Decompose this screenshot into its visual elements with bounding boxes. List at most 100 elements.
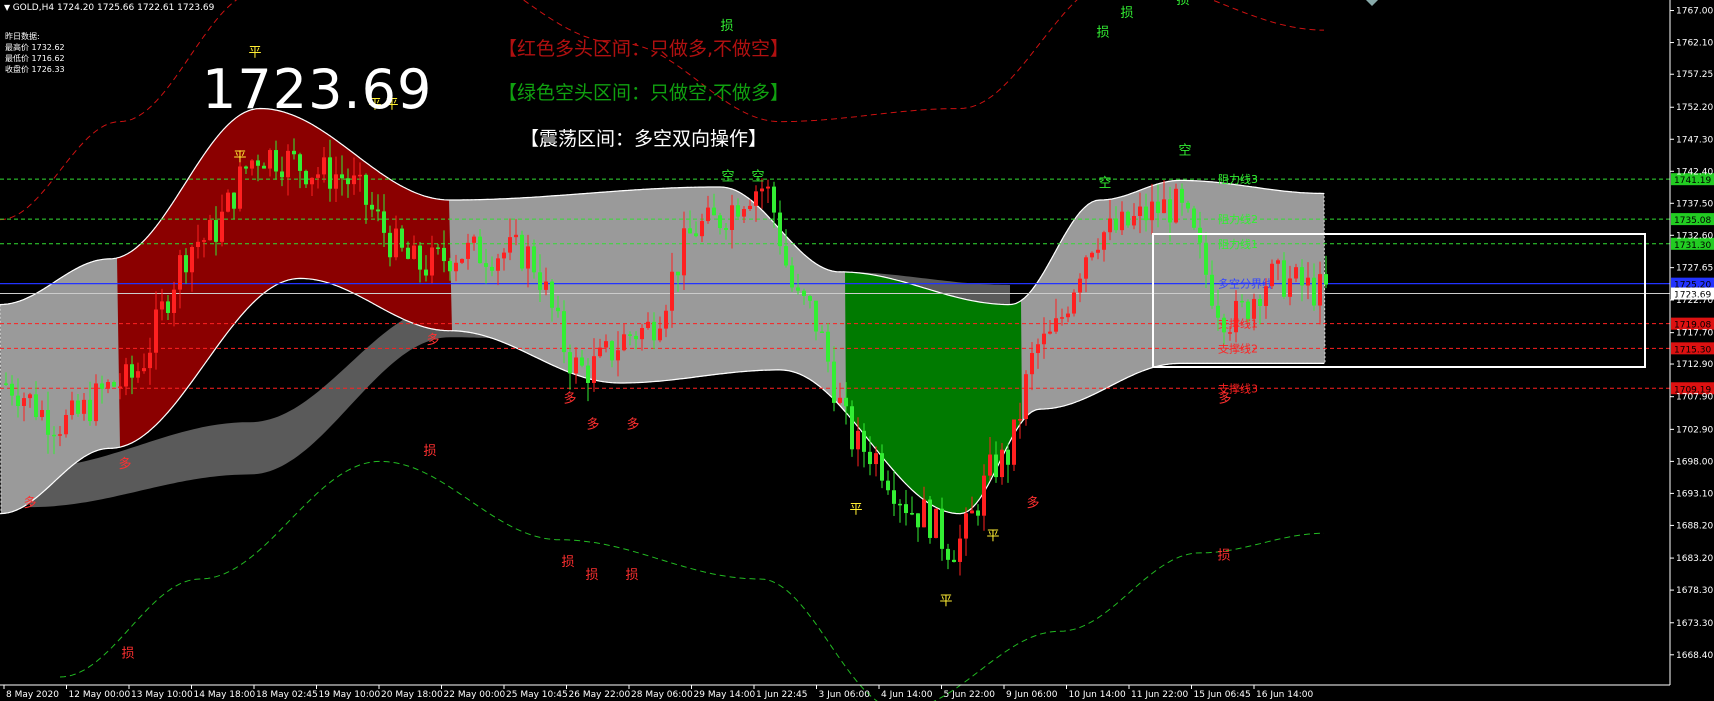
signal-mark-short: 空	[721, 169, 734, 184]
candle-body	[430, 247, 434, 276]
candle-body	[64, 415, 68, 435]
candle-body	[256, 160, 260, 166]
candle-body	[928, 499, 932, 538]
candle-body	[874, 453, 878, 465]
price-tick-label: 1757.25	[1676, 70, 1713, 80]
candle-body	[10, 383, 14, 396]
candle-body	[772, 186, 776, 213]
candle-body	[136, 371, 140, 378]
candle-body	[1000, 449, 1004, 478]
candle-body	[1300, 267, 1304, 286]
price-tick-label: 1683.20	[1676, 554, 1713, 564]
candle-body	[1192, 208, 1196, 228]
candle-body	[190, 247, 194, 273]
candle-body	[70, 400, 74, 416]
candle-body	[676, 271, 680, 276]
candle-body	[520, 234, 524, 269]
candle-body	[994, 454, 998, 478]
candle-body	[862, 430, 866, 452]
candle-body	[280, 171, 284, 178]
prev-low: 最低价 1716.62	[5, 54, 65, 63]
candle-body	[1282, 260, 1286, 297]
candle-body	[946, 548, 950, 560]
candle-body	[268, 150, 272, 169]
red-bull-zone	[117, 108, 452, 448]
candle-body	[202, 240, 206, 242]
candle-body	[1030, 353, 1034, 375]
price-tick-label: 1698.00	[1676, 457, 1713, 467]
candle-body	[958, 538, 962, 562]
candle-body	[988, 454, 992, 476]
candle-body	[1156, 201, 1160, 214]
candle-body	[586, 365, 590, 383]
candle-body	[1288, 278, 1292, 297]
candle-body	[790, 265, 794, 288]
candle-body	[1120, 211, 1124, 231]
candle-body	[688, 228, 692, 234]
candle-body	[754, 191, 758, 206]
candle-body	[484, 263, 488, 267]
candle-body	[628, 334, 632, 336]
time-tick-label: 20 May 18:00	[381, 690, 443, 700]
signal-mark-stop: 损	[1120, 6, 1133, 21]
candle-body	[46, 410, 50, 435]
candle-body	[976, 510, 980, 516]
candle-body	[1246, 301, 1250, 319]
candle-body	[826, 331, 830, 362]
candle-body	[1306, 277, 1310, 286]
candle-body	[934, 508, 938, 538]
candle-body	[1048, 331, 1052, 334]
candle-body	[1036, 344, 1040, 354]
price-tick-label: 1668.40	[1676, 651, 1713, 661]
candle-body	[40, 410, 44, 418]
candle-body	[298, 154, 302, 171]
candle-body	[1114, 218, 1118, 231]
candle-body	[916, 513, 920, 528]
candle-body	[1222, 317, 1226, 333]
signal-mark-long: 多	[118, 456, 131, 472]
candle-body	[610, 341, 614, 361]
candle-body	[532, 246, 536, 273]
signal-mark-long: 多	[563, 391, 576, 407]
candle-body	[1216, 305, 1220, 318]
candle-body	[1090, 252, 1094, 258]
candle-body	[478, 236, 482, 264]
candle-body	[226, 192, 230, 212]
candle-body	[970, 510, 974, 514]
green-bear-zone	[845, 272, 1022, 514]
candle-body	[892, 490, 896, 504]
candle-body	[820, 331, 824, 333]
candle-body	[1264, 286, 1268, 306]
signal-mark-stop: 损	[585, 568, 598, 583]
time-tick-label: 12 May 00:00	[69, 690, 131, 700]
candle-body	[1240, 300, 1244, 303]
candle-body	[1138, 206, 1142, 217]
candle-body	[952, 559, 956, 562]
price-tick-label: 1722.70	[1676, 296, 1713, 306]
menu-triangle-icon[interactable]: ▼	[4, 3, 13, 12]
candle-body	[238, 166, 242, 209]
current-price-display: 1723.69	[202, 58, 433, 121]
candle-body	[1054, 318, 1058, 332]
candle-body	[526, 246, 530, 269]
signal-mark-stop: 损	[1176, 0, 1189, 8]
scroll-marker-icon[interactable]	[1366, 0, 1378, 6]
candle-body	[124, 364, 128, 387]
time-tick-label: 25 May 10:45	[506, 690, 568, 700]
candle-body	[76, 400, 80, 414]
candle-body	[766, 186, 770, 189]
candle-body	[748, 205, 752, 209]
candle-body	[964, 513, 968, 539]
signal-mark-long: 多	[23, 495, 36, 511]
price-tick-label: 1688.20	[1676, 521, 1713, 531]
candle-body	[118, 386, 122, 389]
candle-body	[1294, 267, 1298, 279]
candle-body	[1012, 419, 1016, 465]
candle-body	[370, 204, 374, 210]
candle-body	[184, 255, 188, 273]
candle-body	[562, 311, 566, 353]
candle-body	[1042, 333, 1046, 345]
candle-body	[1258, 298, 1262, 306]
candle-body	[652, 321, 656, 341]
price-tick-label: 1732.60	[1676, 231, 1713, 241]
